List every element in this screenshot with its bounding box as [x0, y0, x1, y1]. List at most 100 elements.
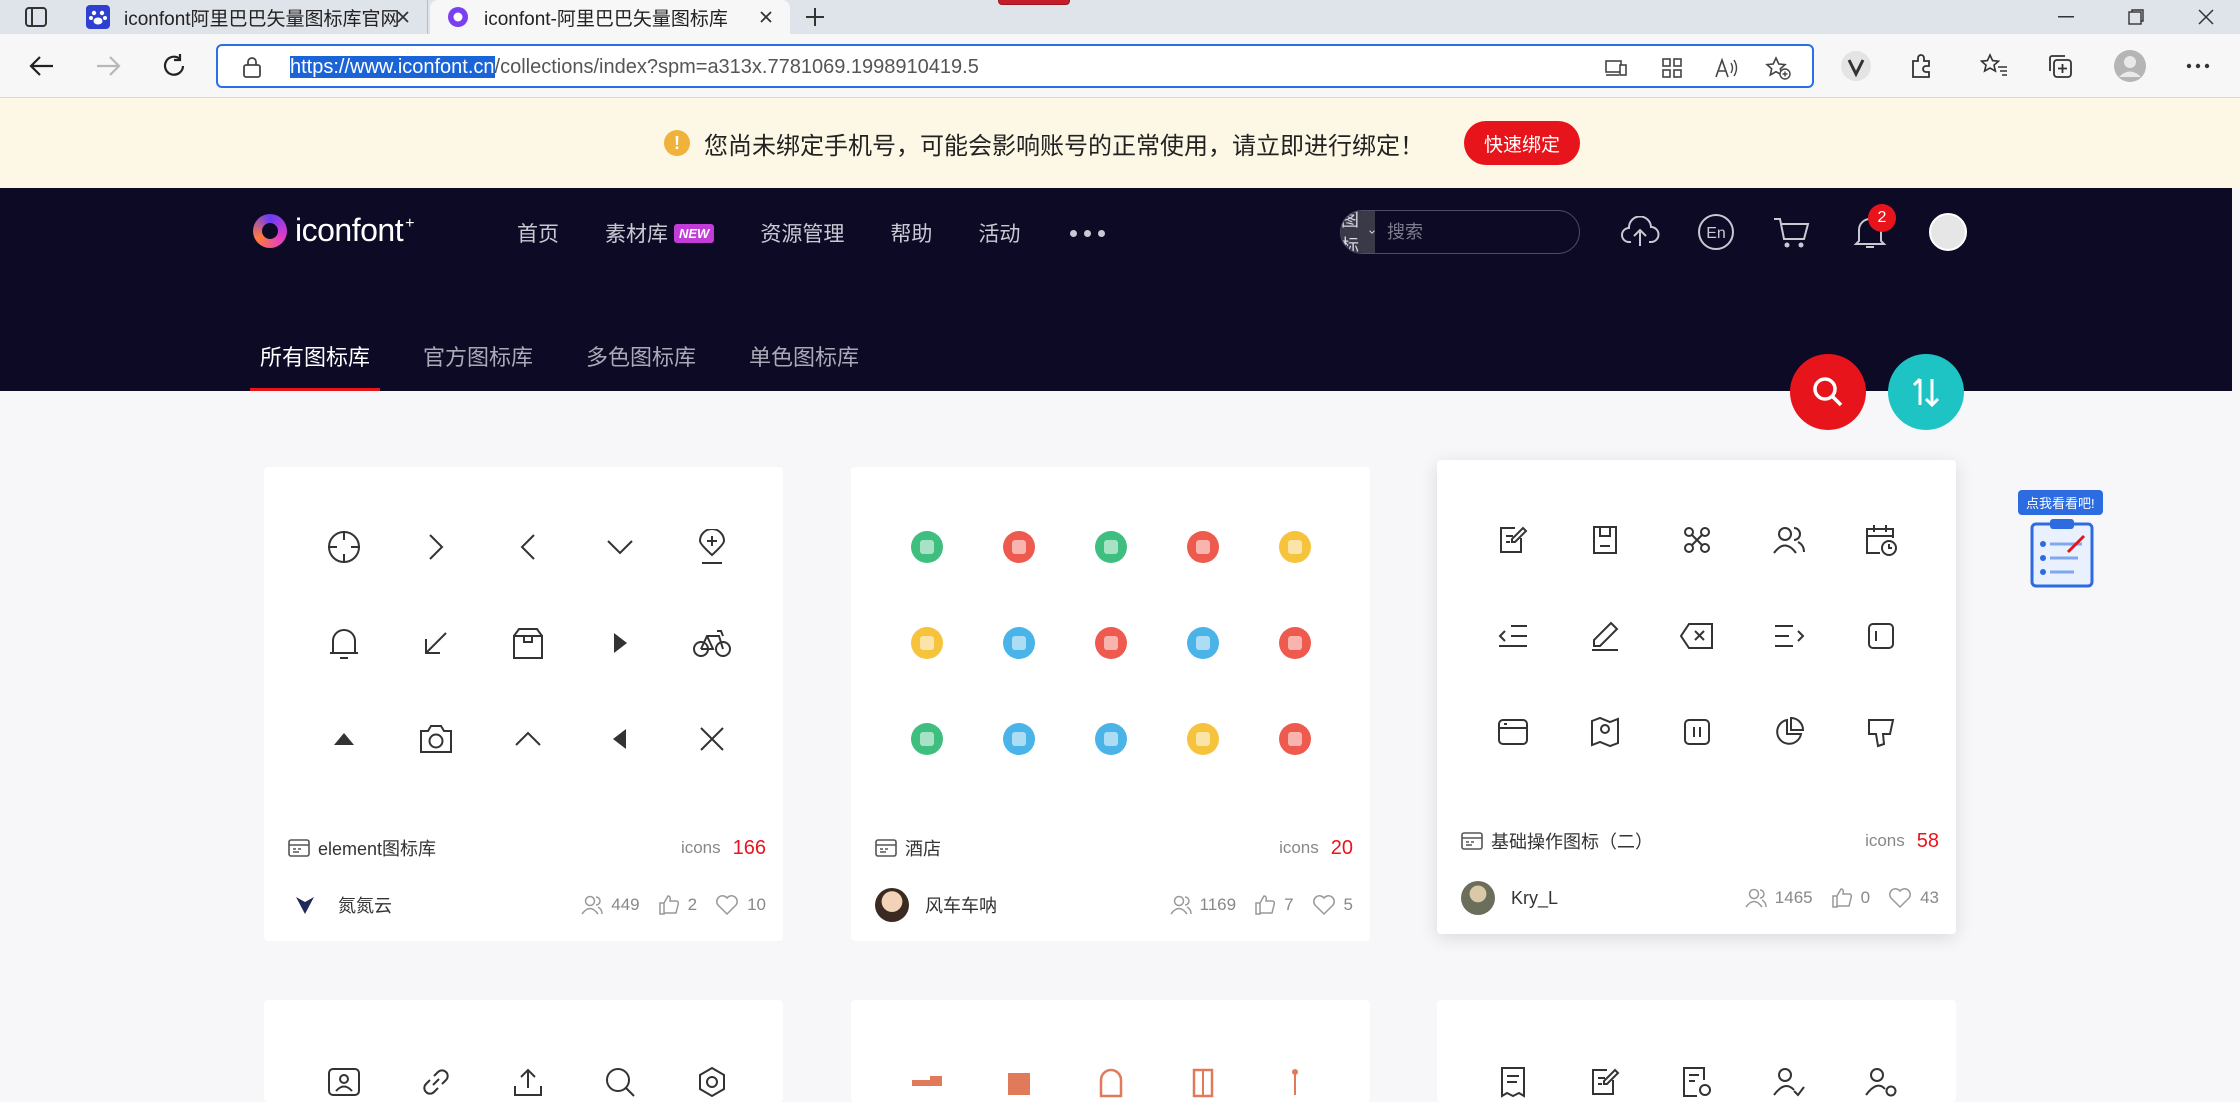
- nav-materials[interactable]: 素材库 NEW: [605, 218, 715, 248]
- user-check-icon: [1769, 1062, 1809, 1102]
- hotel-door-icon: [999, 623, 1039, 663]
- author-name[interactable]: 风车车呐: [925, 892, 997, 918]
- favorites-stat[interactable]: 10: [715, 894, 766, 916]
- favorites-icon[interactable]: [1976, 48, 2012, 84]
- notification-bell-icon[interactable]: 2: [1848, 204, 1896, 254]
- tab-actions-icon[interactable]: [18, 2, 54, 32]
- extension-v-icon[interactable]: [1838, 48, 1874, 84]
- user-avatar[interactable]: [1926, 210, 1970, 254]
- list-arrow-icon: [1769, 616, 1809, 656]
- forward-icon[interactable]: [90, 48, 126, 84]
- author-avatar[interactable]: [288, 888, 322, 922]
- contact-card-icon: [324, 1062, 364, 1102]
- heart-icon: [716, 895, 739, 916]
- users-stat: 1465: [1745, 887, 1813, 909]
- likes-stat[interactable]: 2: [658, 894, 697, 916]
- tab-multicolor-libraries[interactable]: 多色图标库: [586, 340, 696, 391]
- author-name[interactable]: 氮氮云: [338, 892, 392, 918]
- library-card[interactable]: 酒店 icons 20 风车车呐 1169 7 5: [851, 467, 1370, 941]
- library-icon: [875, 839, 897, 857]
- nav-activities[interactable]: 活动: [978, 218, 1020, 248]
- library-card-hovered[interactable]: 基础操作图标（二） icons 58 Kry_L 1465 0 43: [1437, 460, 1956, 934]
- library-icon: [288, 839, 310, 857]
- hotel-bed-icon: [1275, 527, 1315, 567]
- library-card[interactable]: [264, 1000, 783, 1102]
- author-avatar[interactable]: [875, 888, 909, 922]
- hotel-guests-icon: [907, 623, 947, 663]
- caret-up-icon: [324, 719, 364, 759]
- browser-tab-2-active[interactable]: iconfont-阿里巴巴矢量图标库: [430, 0, 790, 34]
- gear-icon: [692, 1062, 732, 1102]
- furniture-lamp-icon: [1275, 1062, 1315, 1102]
- browser-tab-1[interactable]: iconfont阿里巴巴矢量图标库官网: [70, 0, 428, 34]
- search-icon: [1813, 377, 1843, 407]
- browser-tabbar: iconfont阿里巴巴矢量图标库官网 iconfont-阿里巴巴矢量图标库: [0, 0, 2240, 34]
- favorites-stat[interactable]: 43: [1888, 887, 1939, 909]
- close-tab-icon[interactable]: [756, 7, 776, 27]
- restore-icon[interactable]: [2104, 0, 2168, 34]
- site-search: 图标: [1340, 210, 1580, 254]
- tab-all-libraries[interactable]: 所有图标库: [249, 340, 381, 391]
- library-card[interactable]: [851, 1000, 1370, 1102]
- library-card[interactable]: element图标库 icons 166 氮氮云 449 2 10: [264, 467, 783, 941]
- new-tab-icon[interactable]: [800, 2, 830, 32]
- window-close-icon[interactable]: [2174, 0, 2238, 34]
- likes-stat[interactable]: 7: [1254, 894, 1294, 916]
- nav-resource-management[interactable]: 资源管理: [760, 218, 844, 248]
- url-path: /collections/index?spm=a313x.7781069.199…: [494, 56, 979, 78]
- language-en-icon[interactable]: En: [1694, 210, 1738, 254]
- cart-icon[interactable]: [1770, 210, 1814, 254]
- library-name[interactable]: element图标库: [318, 835, 436, 861]
- profile-icon[interactable]: [2112, 48, 2148, 84]
- quick-bind-button[interactable]: 快速绑定: [1464, 121, 1581, 165]
- link-broken-icon: [416, 1062, 456, 1102]
- collections-icon[interactable]: [2042, 48, 2078, 84]
- likes-stat[interactable]: 0: [1831, 887, 1870, 909]
- apps-grid-icon[interactable]: [1658, 54, 1686, 82]
- site-header: iconfont + 首页 素材库NEW 资源管理 帮助 活动 图标 En 2 …: [0, 188, 2232, 391]
- search-type-select[interactable]: 图标: [1341, 211, 1375, 253]
- nav-help[interactable]: 帮助: [890, 218, 932, 248]
- close-tab-icon[interactable]: [393, 7, 413, 27]
- reload-icon[interactable]: [156, 48, 192, 84]
- logo-text: iconfont: [295, 212, 404, 248]
- lock-icon[interactable]: [242, 56, 262, 78]
- favorites-stat[interactable]: 5: [1312, 894, 1353, 916]
- back-icon[interactable]: [24, 48, 60, 84]
- settings-more-icon[interactable]: [2180, 48, 2216, 84]
- read-aloud-icon[interactable]: [1712, 54, 1740, 82]
- search-input[interactable]: [1375, 211, 1579, 253]
- hotel-no-smoking-icon: [1183, 527, 1223, 567]
- url-text[interactable]: https://www.iconfont.cn/collections/inde…: [290, 54, 979, 80]
- favorites-count: 10: [747, 895, 766, 914]
- address-bar[interactable]: https://www.iconfont.cn/collections/inde…: [216, 44, 1814, 88]
- library-name[interactable]: 基础操作图标（二）: [1491, 828, 1653, 854]
- tab-monochrome-libraries[interactable]: 单色图标库: [749, 340, 859, 391]
- more-menu-icon[interactable]: [1070, 229, 1106, 237]
- tab-official-libraries[interactable]: 官方图标库: [423, 340, 533, 391]
- phone-binding-notice: ! 您尚未绑定手机号，可能会影响账号的正常使用，请立即进行绑定！ 快速绑定: [0, 98, 2240, 188]
- author-name[interactable]: Kry_L: [1511, 888, 1558, 909]
- minimize-icon[interactable]: [2034, 0, 2098, 34]
- author-avatar[interactable]: [1461, 881, 1495, 915]
- device-icon[interactable]: [1602, 54, 1630, 82]
- users-count: 1465: [1774, 888, 1813, 907]
- chevron-down-icon: [600, 527, 640, 567]
- library-card[interactable]: [1437, 1000, 1956, 1102]
- iconfont-logo[interactable]: iconfont +: [253, 212, 414, 249]
- edit-document-icon: [1493, 520, 1533, 560]
- floating-sort-button[interactable]: [1888, 354, 1964, 430]
- warning-icon: !: [664, 130, 690, 156]
- pencil-icon: [1585, 616, 1625, 656]
- nav-home[interactable]: 首页: [517, 218, 559, 248]
- chevron-up-icon: [508, 719, 548, 759]
- icons-label: icons: [1279, 838, 1319, 857]
- extensions-puzzle-icon[interactable]: [1904, 48, 1940, 84]
- furniture-bed-icon: [907, 1062, 947, 1102]
- side-promo-widget[interactable]: 点我看看吧!: [2018, 490, 2104, 590]
- upload-cloud-icon[interactable]: [1618, 210, 1662, 254]
- box-icon: [508, 623, 548, 663]
- library-name[interactable]: 酒店: [905, 835, 941, 861]
- add-favorite-icon[interactable]: [1764, 54, 1792, 82]
- floating-search-button[interactable]: [1790, 354, 1866, 430]
